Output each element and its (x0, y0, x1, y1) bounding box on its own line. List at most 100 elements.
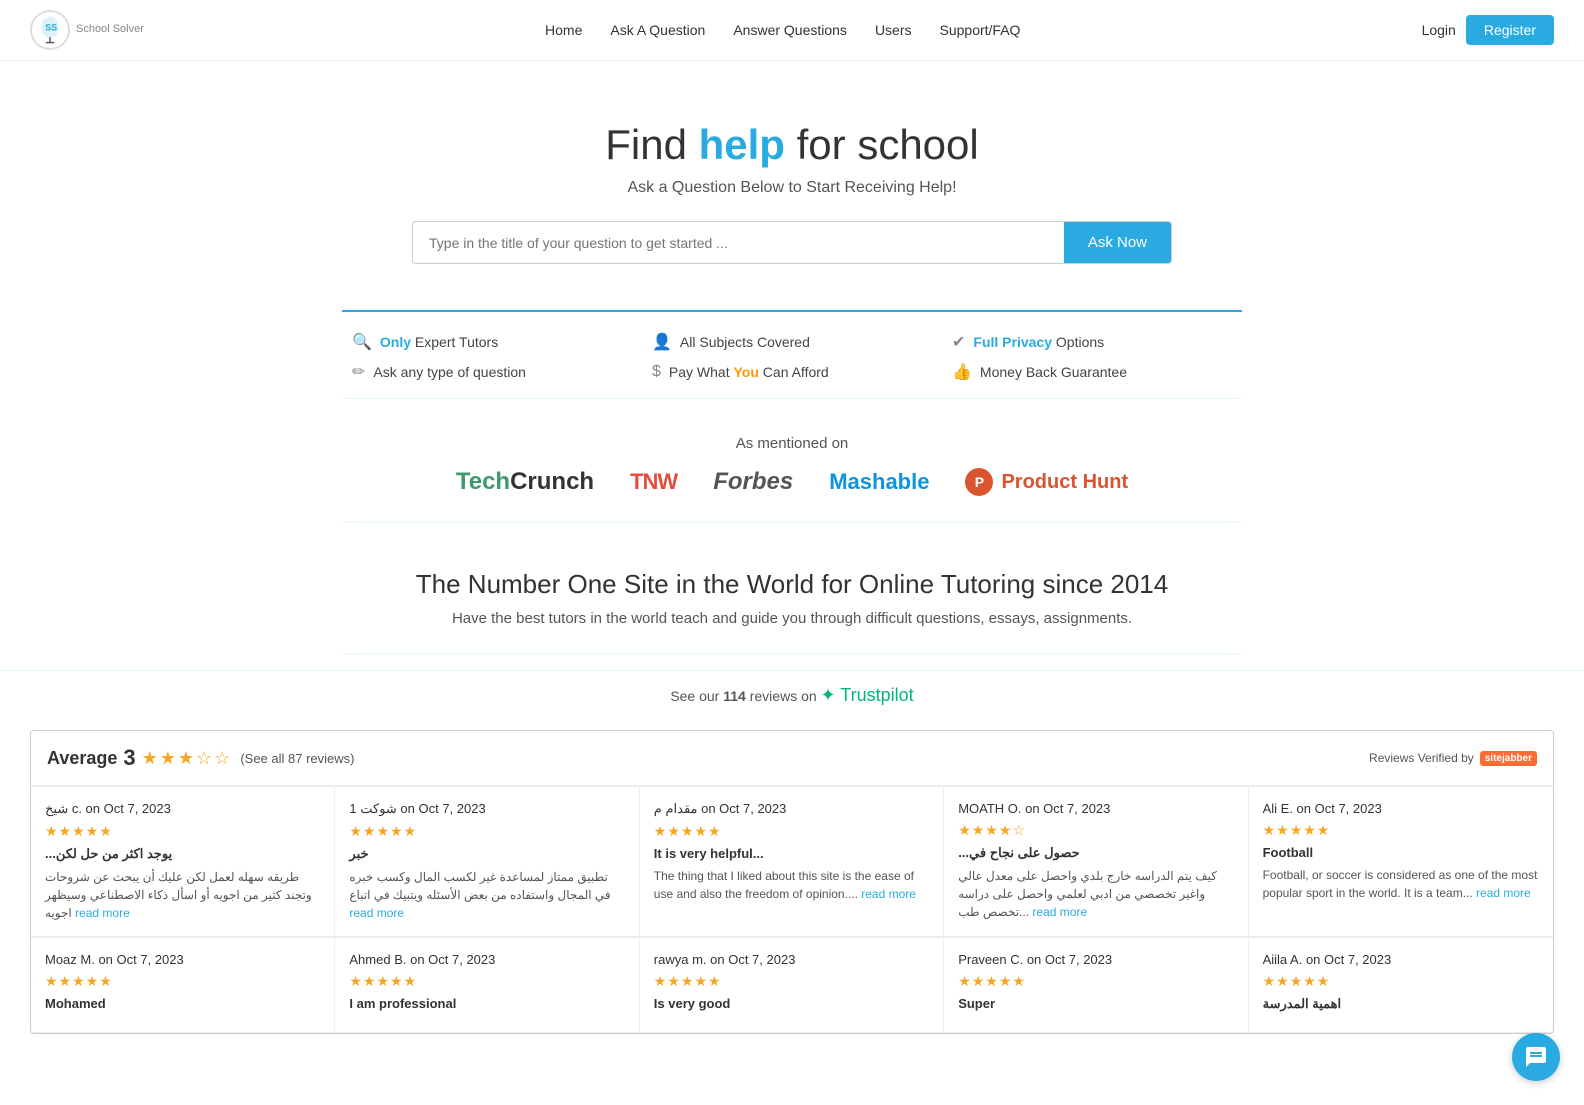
review-stars: ★★★★★ (45, 823, 320, 840)
reviewer-name: Moaz M. on Oct 7, 2023 (45, 952, 320, 967)
feature-subjects-label: All Subjects Covered (680, 334, 810, 350)
review-stars: ★★★★★ (349, 973, 624, 990)
review-body: طريقه سهله لعمل لكن عليك أن يبحث عن شروح… (45, 868, 320, 922)
headline-highlight: help (699, 121, 785, 168)
reviews-section: Average 3 ★★★☆☆ (See all 87 reviews) Rev… (30, 730, 1554, 1034)
tp-count: 114 (723, 688, 746, 704)
review-grid-row1: شيخ c. on Oct 7, 2023 ★★★★★ ...يوجد اكثر… (31, 786, 1553, 937)
read-more-link[interactable]: read more (1476, 886, 1531, 900)
chat-button[interactable] (1512, 1033, 1560, 1081)
review-body: كيف يتم الدراسه خارج بلدي واحصل على معدل… (958, 867, 1233, 921)
read-more-link[interactable]: read more (1032, 905, 1087, 919)
review-stars: ★★★★★ (1263, 973, 1539, 990)
reviewer-name: Ali E. on Oct 7, 2023 (1263, 801, 1539, 816)
mentioned-label: As mentioned on (20, 435, 1564, 452)
nav-users[interactable]: Users (875, 22, 912, 38)
review-body: Football, or soccer is considered as one… (1263, 866, 1539, 902)
review-stars: ★★★★★ (654, 973, 929, 990)
review-card: Praveen C. on Oct 7, 2023 ★★★★★ Super (944, 938, 1248, 1033)
search-input[interactable] (413, 222, 1064, 263)
features-grid: 🔍 Only Expert Tutors 👤 All Subjects Cove… (342, 310, 1242, 382)
review-card: Aiila A. on Oct 7, 2023 ★★★★★ اهمية المد… (1249, 938, 1553, 1033)
reviewer-name: Praveen C. on Oct 7, 2023 (958, 952, 1233, 967)
register-button[interactable]: Register (1466, 15, 1554, 45)
feature-money-back: 👍 Money Back Guarantee (952, 362, 1232, 382)
nav-actions: Login Register (1422, 15, 1554, 45)
review-card: Ali E. on Oct 7, 2023 ★★★★★ Football Foo… (1249, 787, 1553, 937)
nav-support[interactable]: Support/FAQ (940, 22, 1021, 38)
divider-1 (342, 398, 1242, 399)
review-card: شيخ c. on Oct 7, 2023 ★★★★★ ...يوجد اكثر… (31, 787, 335, 937)
logo-icon: SS (30, 10, 70, 50)
review-title: Mohamed (45, 996, 320, 1011)
read-more-link[interactable]: read more (349, 906, 404, 920)
trustpilot-logo: ✦ Trustpilot (821, 685, 914, 705)
review-stars: ★★★★★ (958, 973, 1233, 990)
tagline-section: The Number One Site in the World for Onl… (0, 539, 1584, 637)
divider-3 (342, 653, 1242, 654)
review-body: The thing that I liked about this site i… (654, 867, 929, 903)
review-card: Ahmed B. on Oct 7, 2023 ★★★★★ I am profe… (335, 938, 639, 1033)
feature-question-label: Ask any type of question (373, 364, 526, 380)
hero-headline: Find help for school (20, 121, 1564, 169)
review-stars: ★★★★★ (349, 823, 624, 840)
read-more-link[interactable]: read more (861, 887, 916, 901)
feature-privacy: ✔ Full Privacy Options (952, 332, 1232, 352)
tp-label: See our (670, 688, 719, 704)
headline-suffix: for school (785, 121, 979, 168)
read-more-link[interactable]: read more (75, 906, 130, 920)
feature-any-question: ✏ Ask any type of question (352, 362, 632, 382)
review-card: شوكت 1 on Oct 7, 2023 ★★★★★ خبر تطبيق مم… (335, 787, 639, 937)
nav-links: Home Ask A Question Answer Questions Use… (545, 22, 1020, 38)
thumbsup-icon: 👍 (952, 362, 972, 382)
avg-label: Average (47, 748, 117, 769)
review-card: rawya m. on Oct 7, 2023 ★★★★★ Is very go… (640, 938, 944, 1033)
navbar: SS School Solver Home Ask A Question Ans… (0, 0, 1584, 61)
review-title: Super (958, 996, 1233, 1011)
logo: SS School Solver (30, 10, 144, 50)
review-stars: ★★★★☆ (958, 822, 1233, 839)
review-title: Football (1263, 845, 1539, 860)
nav-home[interactable]: Home (545, 22, 582, 38)
hero-subtext: Ask a Question Below to Start Receiving … (20, 179, 1564, 197)
divider-2 (342, 522, 1242, 523)
feature-highlight-only: Only (380, 334, 411, 350)
search-icon: 🔍 (352, 332, 372, 352)
see-all-link[interactable]: (See all 87 reviews) (240, 751, 354, 766)
review-title: اهمية المدرسة (1263, 996, 1539, 1012)
ask-now-button[interactable]: Ask Now (1064, 222, 1171, 263)
svg-text:SS: SS (45, 23, 57, 33)
review-stars: ★★★★★ (45, 973, 320, 990)
feature-pay-what: $ Pay What You Can Afford (652, 362, 932, 382)
feature-money-label: Money Back Guarantee (980, 364, 1127, 380)
review-stars: ★★★★★ (1263, 822, 1539, 839)
producthunt-logo: P Product Hunt (965, 468, 1128, 496)
reviewer-name: Ahmed B. on Oct 7, 2023 (349, 952, 624, 967)
headline-prefix: Find (605, 121, 698, 168)
review-title: ...يوجد اكثر من حل لكن (45, 846, 320, 862)
logo-text: School Solver (76, 23, 144, 36)
ph-text: Product Hunt (1001, 471, 1128, 494)
pencil-icon: ✏ (352, 362, 365, 382)
techcrunch-logo: TechCrunch (456, 468, 594, 496)
login-button[interactable]: Login (1422, 22, 1456, 38)
reviewer-name: مقدام م on Oct 7, 2023 (654, 801, 929, 817)
reviewer-name: Aiila A. on Oct 7, 2023 (1263, 952, 1539, 967)
avg-stars: ★★★☆☆ (142, 748, 233, 769)
forbes-logo: Forbes (713, 468, 793, 496)
review-title: Is very good (654, 996, 929, 1011)
reviewer-name: rawya m. on Oct 7, 2023 (654, 952, 929, 967)
dollar-icon: $ (652, 363, 661, 381)
review-title: ...حصول على نجاح في (958, 845, 1233, 861)
tp-label2: reviews on (750, 688, 817, 704)
review-title: I am professional (349, 996, 624, 1011)
check-icon: ✔ (952, 332, 965, 352)
nav-ask[interactable]: Ask A Question (610, 22, 705, 38)
nav-answer[interactable]: Answer Questions (733, 22, 847, 38)
hero-section: Find help for school Ask a Question Belo… (0, 61, 1584, 310)
feature-expert-tutors: 🔍 Only Expert Tutors (352, 332, 632, 352)
tnw-logo: TNW (630, 469, 677, 495)
mentioned-section: As mentioned on TechCrunch TNW Forbes Ma… (0, 415, 1584, 506)
tagline-heading: The Number One Site in the World for Onl… (20, 569, 1564, 600)
logos-bar: TechCrunch TNW Forbes Mashable P Product… (20, 468, 1564, 496)
